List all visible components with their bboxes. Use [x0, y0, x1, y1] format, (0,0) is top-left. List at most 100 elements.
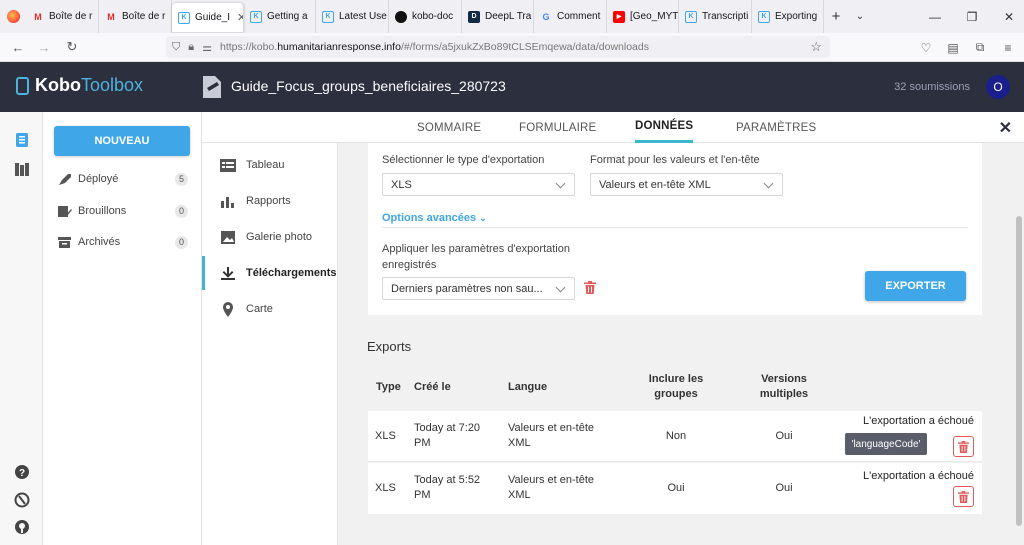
- close-window-icon[interactable]: ✕: [986, 0, 1024, 33]
- back-icon[interactable]: ←: [4, 33, 32, 62]
- tab-summary[interactable]: SOMMAIRE: [417, 112, 481, 143]
- cell-versions: Oui: [775, 482, 793, 494]
- tab-form[interactable]: FORMULAIRE: [519, 112, 596, 143]
- kobo-logo-icon: [16, 76, 29, 95]
- browser-tab[interactable]: M Boîte de r: [26, 0, 99, 33]
- extensions-icon[interactable]: ⧉: [966, 33, 994, 62]
- subnav-reports[interactable]: Rapports: [202, 184, 338, 218]
- data-subnav: Tableau Rapports Galerie photo Télécharg…: [202, 143, 338, 545]
- browser-nav-bar: ← → ↻ ⛉ 🔒︎ ⚌ https://kobo.humanitarianre…: [0, 33, 1024, 62]
- subnav-gallery[interactable]: Galerie photo: [202, 220, 338, 254]
- kobo-icon: K: [178, 11, 190, 24]
- subnav-table[interactable]: Tableau: [202, 148, 338, 182]
- reload-icon[interactable]: ↻: [58, 33, 86, 62]
- trash-icon: [958, 490, 969, 503]
- export-settings-card: Sélectionner le type d'exportation XLS F…: [368, 143, 982, 315]
- app-header: [0, 62, 1024, 112]
- format-select[interactable]: Valeurs et en-tête XML: [590, 173, 783, 196]
- cell-language: Valeurs et en-tête XML: [508, 422, 595, 449]
- trash-icon: [958, 440, 969, 453]
- browser-tab[interactable]: K Exporting: [752, 0, 824, 33]
- export-button[interactable]: EXPORTER: [865, 271, 966, 301]
- exports-table-header: Type Créé le Langue Inclure les groupes V…: [368, 363, 982, 411]
- advanced-options-toggle[interactable]: Options avancées ⌄: [382, 212, 487, 224]
- trash-icon[interactable]: [584, 281, 596, 294]
- bar-chart-icon: [221, 196, 234, 208]
- cell-created: Today at 7:20 PM: [414, 422, 481, 449]
- rocket-icon: [59, 173, 71, 185]
- gmail-icon: M: [34, 11, 42, 22]
- lock-icon[interactable]: 🔒︎: [188, 41, 194, 54]
- main-content: Sélectionner le type d'exportation XLS F…: [338, 143, 1024, 545]
- chevron-down-icon: [555, 282, 566, 293]
- sidebar-item-archived[interactable]: Archivés 0: [57, 233, 188, 251]
- github-icon[interactable]: [14, 519, 30, 535]
- svg-text:?: ?: [19, 468, 25, 479]
- tab-data[interactable]: DONNÉES: [635, 112, 694, 143]
- export-failed-status: L'exportation a échoué: [863, 470, 974, 482]
- menu-icon[interactable]: ≡: [994, 33, 1022, 62]
- url-text[interactable]: https://kobo.humanitarianresponse.info/#…: [220, 41, 649, 53]
- url-bar[interactable]: ⛉ 🔒︎ ⚌ https://kobo.humanitarianresponse…: [166, 36, 830, 58]
- browser-tab[interactable]: kobo-doc: [389, 0, 462, 33]
- kobo-icon: K: [250, 10, 262, 23]
- kobotoolbox-logo[interactable]: KoboToolbox: [16, 75, 143, 96]
- cell-groups: Non: [665, 430, 687, 442]
- forward-icon[interactable]: →: [30, 33, 58, 62]
- shield-icon[interactable]: ⛉: [172, 41, 180, 54]
- export-failed-status: L'exportation a échoué: [863, 415, 974, 427]
- apply-settings-label-2: enregistrés: [382, 259, 437, 271]
- reader-icon[interactable]: ▤: [939, 33, 967, 62]
- form-tabs: SOMMAIRE FORMULAIRE DONNÉES PARAMÈTRES: [202, 112, 1024, 143]
- subnav-map[interactable]: Carte: [202, 292, 338, 326]
- browser-tab[interactable]: K Latest Use: [316, 0, 389, 33]
- new-project-button[interactable]: NOUVEAU: [54, 126, 190, 156]
- saved-settings-select[interactable]: Derniers paramètres non sau...: [382, 277, 575, 300]
- col-versions: Versions multiples: [759, 373, 809, 400]
- browser-tab[interactable]: G Comment: [534, 0, 607, 33]
- close-tab-icon[interactable]: ✕: [237, 11, 243, 24]
- delete-export-button[interactable]: [953, 436, 974, 457]
- youtube-icon: ▶: [613, 10, 625, 23]
- github-icon: [395, 10, 407, 23]
- library-icon[interactable]: [14, 161, 30, 177]
- kobo-circle-icon[interactable]: [14, 492, 30, 508]
- close-icon[interactable]: ✕: [999, 118, 1012, 138]
- browser-tab-active[interactable]: K Guide_I ✕: [172, 3, 244, 32]
- pocket-icon[interactable]: ♡: [912, 33, 940, 62]
- browser-tab[interactable]: ▶ [Geo_MYT: [607, 0, 679, 33]
- help-icon[interactable]: ?: [14, 464, 30, 480]
- sidebar-item-drafts[interactable]: Brouillons 0: [57, 202, 188, 220]
- permissions-icon[interactable]: ⚌: [202, 41, 212, 54]
- browser-tab[interactable]: D DeepL Tra: [462, 0, 534, 33]
- cell-versions: Oui: [775, 430, 793, 442]
- forms-icon[interactable]: [14, 132, 30, 148]
- cell-created: Today at 5:52 PM: [414, 474, 481, 501]
- delete-export-button[interactable]: [953, 486, 974, 507]
- avatar[interactable]: O: [986, 75, 1010, 99]
- list-tabs-chevron-icon[interactable]: ⌄: [848, 0, 872, 33]
- sidebar-item-deployed[interactable]: Déployé 5: [57, 170, 188, 188]
- form-deployed-icon: [203, 76, 221, 98]
- cell-type: XLS: [375, 482, 396, 494]
- cell-type: XLS: [375, 430, 396, 442]
- gmail-icon: M: [107, 11, 115, 22]
- projects-sidebar: NOUVEAU Déployé 5 Brouillons 0 Archivés …: [43, 112, 202, 545]
- subnav-downloads[interactable]: Téléchargements: [202, 256, 338, 290]
- scrollbar-thumb[interactable]: [1016, 216, 1022, 526]
- firefox-menu-icon[interactable]: [0, 0, 26, 33]
- browser-tab[interactable]: M Boîte de r: [99, 0, 172, 33]
- map-pin-icon: [223, 301, 233, 317]
- error-tooltip: 'languageCode': [845, 433, 927, 455]
- browser-tab[interactable]: K Getting a: [244, 0, 316, 33]
- tab-settings[interactable]: PARAMÈTRES: [736, 112, 816, 143]
- chevron-down-icon: ⌄: [479, 213, 487, 223]
- bookmark-star-icon[interactable]: ☆: [810, 39, 822, 55]
- new-tab-icon[interactable]: +: [824, 0, 848, 33]
- kobo-icon: K: [685, 10, 697, 23]
- browser-tab[interactable]: K Transcripti: [679, 0, 752, 33]
- col-groups: Inclure les groupes: [648, 373, 704, 400]
- export-type-select[interactable]: XLS: [382, 173, 575, 196]
- col-created: Créé le: [414, 381, 451, 393]
- cell-groups: Oui: [667, 482, 685, 494]
